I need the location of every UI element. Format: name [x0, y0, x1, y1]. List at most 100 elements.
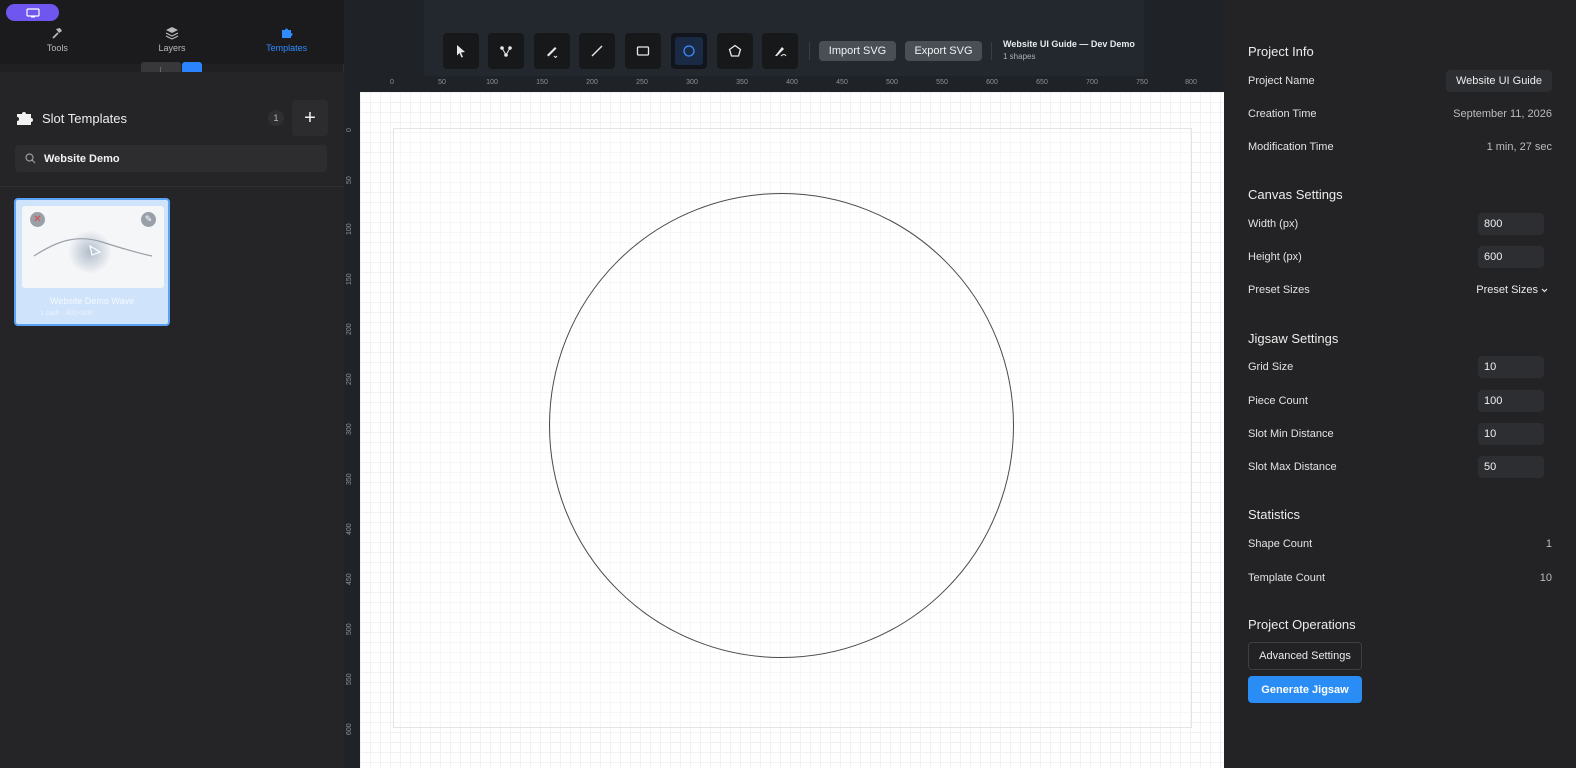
search-input[interactable]: [44, 152, 304, 165]
delete-template-icon[interactable]: ✕: [30, 212, 45, 227]
slot-max-distance-label: Slot Max Distance: [1248, 461, 1337, 473]
add-template-button[interactable]: +: [292, 100, 328, 136]
template-card[interactable]: ✕ ✎ Website Demo Wave 1 path · 800×600: [14, 198, 170, 326]
puzzle-icon: [17, 112, 33, 125]
monitor-icon: [25, 7, 40, 17]
ruler-tick: 200: [586, 79, 598, 86]
properties-panel: Project Info Project Name Website UI Gui…: [1224, 0, 1576, 768]
project-operations-title: Project Operations: [1248, 617, 1356, 632]
panel-header: Tools Layers Templates: [0, 0, 344, 64]
grid-size-input[interactable]: 10: [1478, 356, 1544, 378]
layers-icon: [165, 27, 179, 40]
shape-count-label: Shape Count: [1248, 538, 1313, 550]
ruler-tick: 550: [936, 79, 948, 86]
freehand-tool[interactable]: [762, 33, 798, 69]
ruler-tick: 500: [346, 623, 353, 635]
ruler-tick: 600: [986, 79, 998, 86]
project-info-title: Project Info: [1248, 44, 1314, 59]
slot-min-distance-label: Slot Min Distance: [1248, 428, 1334, 440]
ruler-tick: 0: [346, 128, 353, 132]
panel-tabs: Tools Layers Templates: [0, 26, 344, 62]
ruler-tick: 500: [886, 79, 898, 86]
modification-time-label: Modification Time: [1248, 141, 1334, 153]
circle-tool[interactable]: [671, 33, 707, 69]
preset-sizes-value: Preset Sizes: [1476, 284, 1538, 296]
left-panel: Tools Layers Templates Slot Templates 1 …: [0, 0, 344, 768]
ruler-tick: 350: [736, 79, 748, 86]
ruler-tick: 800: [1185, 79, 1197, 86]
template-count-label: Template Count: [1248, 572, 1326, 584]
project-title: Website UI Guide — Dev Demo: [1003, 39, 1135, 49]
advanced-settings-button[interactable]: Advanced Settings: [1248, 642, 1362, 670]
preset-sizes-label: Preset Sizes: [1248, 284, 1310, 296]
ruler-tick: 300: [346, 423, 353, 435]
pen-tool[interactable]: [534, 33, 570, 69]
ruler-tick: 400: [346, 523, 353, 535]
ruler-tick: 0: [390, 79, 394, 86]
templates-panel: Slot Templates 1 + ✕ ✎: [0, 72, 344, 768]
template-search[interactable]: [15, 145, 327, 172]
line-tool[interactable]: [579, 33, 615, 69]
ruler-tick: 50: [438, 79, 446, 86]
statistics-title: Statistics: [1248, 507, 1301, 522]
piece-count-input[interactable]: 100: [1478, 390, 1544, 412]
toolbar: Import SVG Export SVG Website UI Guide —…: [344, 0, 1224, 76]
slot-templates-title: Slot Templates: [42, 110, 128, 126]
ruler-tick: 450: [346, 573, 353, 585]
app-window: Tools Layers Templates Slot Templates 1 …: [0, 0, 1576, 768]
slot-max-distance-input[interactable]: 50: [1478, 456, 1544, 478]
ruler-tick: 150: [346, 273, 353, 285]
select-tool[interactable]: [443, 33, 479, 69]
edit-template-icon[interactable]: ✎: [141, 212, 156, 227]
width-input[interactable]: 800: [1478, 213, 1544, 235]
line-icon: [591, 45, 603, 57]
tab-templates[interactable]: Templates: [229, 26, 344, 62]
generate-jigsaw-button[interactable]: Generate Jigsaw: [1248, 676, 1362, 703]
ruler-tick: 650: [1036, 79, 1048, 86]
editor-area: Import SVG Export SVG Website UI Guide —…: [344, 0, 1224, 768]
ruler-tick: 700: [1086, 79, 1098, 86]
slot-templates-header: Slot Templates 1 +: [16, 100, 328, 136]
circle-tool-active: [675, 37, 703, 65]
height-label: Height (px): [1248, 251, 1302, 263]
pen-icon: [547, 47, 558, 58]
hammer-icon: [52, 28, 63, 39]
polygon-tool[interactable]: [717, 33, 753, 69]
preset-sizes-dropdown[interactable]: Preset Sizes: [1476, 284, 1548, 296]
ruler-tick: 300: [686, 79, 698, 86]
tab-layers-label: Layers: [158, 43, 186, 53]
ruler-tick: 450: [836, 79, 848, 86]
project-name-value[interactable]: Website UI Guide: [1445, 70, 1552, 92]
puzzle-icon: [281, 28, 293, 38]
cursor-icon: [457, 45, 465, 58]
divider: [0, 186, 344, 187]
chevron-down-icon: [1541, 288, 1548, 292]
shape-count-label: 1 shapes: [1003, 52, 1036, 61]
tab-tools-label: Tools: [46, 43, 68, 53]
export-svg-button[interactable]: Export SVG: [905, 41, 982, 61]
ruler-tick: 200: [346, 323, 353, 335]
slot-min-distance-input[interactable]: 10: [1478, 423, 1544, 445]
template-count-badge: 1: [268, 110, 284, 126]
modification-time-value: 1 min, 27 sec: [1486, 141, 1552, 153]
circle-shape[interactable]: [549, 193, 1014, 658]
template-thumbnail: ✕ ✎: [22, 206, 164, 288]
nodes-icon: [500, 46, 512, 57]
rectangle-tool[interactable]: [625, 33, 661, 69]
canvas[interactable]: [360, 92, 1224, 768]
app-badge[interactable]: [6, 4, 59, 21]
ruler-tick: 250: [346, 373, 353, 385]
template-name: Website Demo Wave: [49, 296, 135, 306]
node-tool[interactable]: [488, 33, 524, 69]
creation-time-label: Creation Time: [1248, 108, 1317, 120]
jigsaw-settings-title: Jigsaw Settings: [1248, 331, 1339, 346]
ruler-tick: 100: [486, 79, 498, 86]
tab-templates-label: Templates: [266, 43, 308, 53]
width-label: Width (px): [1248, 218, 1299, 230]
template-count-value: 10: [1539, 572, 1552, 584]
tab-tools[interactable]: Tools: [0, 26, 115, 62]
tab-layers[interactable]: Layers: [115, 26, 230, 62]
height-input[interactable]: 600: [1478, 246, 1544, 268]
import-svg-button[interactable]: Import SVG: [819, 41, 896, 61]
ruler-tick: 100: [346, 223, 353, 235]
